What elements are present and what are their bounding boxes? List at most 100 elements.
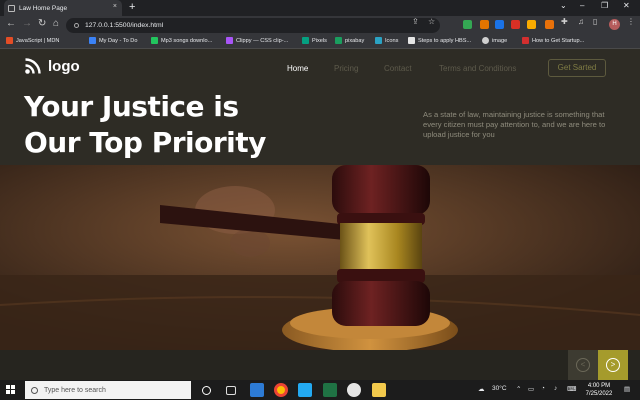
extension-icon[interactable] — [463, 20, 472, 29]
bookmark-favicon-icon — [6, 37, 13, 44]
nav-link-contact[interactable]: Contact — [384, 64, 412, 73]
gavel-illustration — [0, 165, 640, 350]
taskbar-clock[interactable]: 4:00 PM 7/25/2022 — [580, 382, 618, 398]
bookmark-item[interactable]: My Day - To Do — [89, 37, 137, 44]
bookmark-item[interactable]: Icons — [375, 37, 398, 44]
search-icon — [31, 386, 38, 394]
address-bar[interactable]: 127.0.0.1:5500/index.html — [66, 18, 440, 33]
cortana-icon[interactable] — [202, 386, 211, 395]
back-arrow-icon[interactable]: ← — [6, 18, 16, 29]
weather-icon[interactable]: ☁ — [478, 385, 485, 393]
bookmark-label: Pixels — [312, 37, 327, 44]
tab-close-icon[interactable]: × — [113, 3, 117, 10]
maximize-button[interactable]: ❐ — [601, 1, 608, 10]
bookmark-item[interactable]: JavaScript | MDN — [6, 37, 59, 44]
tab-search-icon[interactable]: ⌄ — [560, 1, 567, 10]
profile-avatar[interactable]: H — [609, 19, 620, 30]
bookmark-item[interactable]: image — [482, 37, 507, 44]
volume-icon[interactable]: ♪ — [554, 385, 557, 392]
side-panel-icon[interactable]: ▯ — [593, 17, 597, 26]
browser-tab[interactable]: Law Home Page × — [4, 0, 122, 16]
bookmark-item[interactable]: Pixels — [302, 37, 327, 44]
wordpad-app-icon[interactable] — [347, 383, 361, 397]
notifications-icon[interactable]: ▤ — [624, 385, 630, 393]
bookmark-item[interactable]: How to Get Startup... — [522, 37, 584, 44]
bookmark-favicon-icon — [89, 37, 96, 44]
hero-gavel-image — [0, 165, 640, 350]
bookmark-label: Icons — [385, 37, 399, 44]
extension-icon[interactable] — [527, 20, 536, 29]
chevron-left-icon: < — [576, 358, 590, 372]
chrome-app-icon[interactable] — [274, 383, 288, 397]
get-started-button[interactable]: Get Sarted — [548, 59, 606, 77]
nav-link-home[interactable]: Home — [287, 64, 308, 73]
site-logo[interactable]: logo — [24, 57, 80, 75]
chevron-right-icon: > — [606, 358, 620, 372]
taskbar-search-box[interactable]: Type here to search — [25, 381, 191, 399]
bookmark-item[interactable]: Mp3 songs downlo... — [151, 37, 212, 44]
hero-description: As a state of law, maintaining justice i… — [423, 109, 606, 139]
network-icon[interactable]: ▭ — [528, 385, 534, 393]
search-placeholder: Type here to search — [44, 386, 106, 394]
share-icon[interactable]: ⇪ — [412, 17, 419, 26]
logo-text: logo — [48, 57, 80, 75]
windows-start-icon[interactable] — [6, 385, 16, 395]
page-favicon-icon — [8, 4, 15, 12]
bookmark-label: Clippy — CSS clip-... — [236, 37, 289, 44]
bookmark-favicon-icon — [335, 37, 342, 44]
close-window-button[interactable]: ✕ — [623, 1, 630, 10]
hero-title: Your Justice is Our Top Priority — [24, 89, 324, 161]
site-info-icon[interactable] — [74, 23, 79, 28]
puzzle-extensions-icon[interactable]: ✚ — [561, 17, 568, 26]
reload-icon[interactable]: ↻ — [38, 18, 46, 29]
bookmark-item[interactable]: Steps to apply HBS... — [408, 37, 471, 44]
bookmark-label: pixabay — [345, 37, 365, 44]
bookmark-label: Steps to apply HBS... — [418, 37, 472, 44]
bookmark-item[interactable]: Clippy — CSS clip-... — [226, 37, 288, 44]
slider-controls-bar — [0, 350, 640, 380]
bookmark-item[interactable]: pixabay — [335, 37, 364, 44]
hero-title-line-2: Our Top Priority — [24, 126, 266, 159]
bookmark-favicon-icon — [226, 37, 233, 44]
language-icon[interactable]: ⌨ — [567, 385, 576, 393]
temperature-text: 30°C — [492, 385, 507, 392]
new-tab-button[interactable]: + — [129, 1, 135, 13]
task-view-icon[interactable] — [226, 386, 236, 395]
vscode-app-icon[interactable] — [298, 383, 312, 397]
media-icon[interactable]: ♫ — [578, 17, 584, 26]
browser-toolbar: ← → ↻ ⌂ 127.0.0.1:5500/index.html ⇪ ☆ ✚ … — [0, 16, 640, 35]
extension-icon[interactable] — [511, 20, 520, 29]
clock-date: 7/25/2022 — [585, 391, 613, 397]
nav-link-terms[interactable]: Terms and Conditions — [439, 64, 516, 73]
minimize-button[interactable]: – — [580, 1, 584, 10]
home-icon[interactable]: ⌂ — [53, 18, 59, 29]
tab-title: Law Home Page — [19, 4, 68, 12]
excel-app-icon[interactable] — [323, 383, 337, 397]
file-explorer-icon[interactable] — [372, 383, 386, 397]
bookmark-label: My Day - To Do — [99, 37, 138, 44]
bookmark-favicon-icon — [482, 37, 489, 44]
bookmark-label: image — [492, 37, 508, 44]
wifi-icon[interactable]: ◔ — [541, 385, 545, 392]
clock-time: 4:00 PM — [587, 383, 611, 389]
mail-app-icon[interactable] — [250, 383, 264, 397]
hero-title-line-1: Your Justice is — [24, 90, 239, 123]
extension-icon[interactable] — [545, 20, 554, 29]
slider-prev-button[interactable]: < — [568, 350, 598, 380]
extension-icon[interactable] — [495, 20, 504, 29]
bookmark-favicon-icon — [302, 37, 309, 44]
bookmark-favicon-icon — [522, 37, 529, 44]
menu-icon[interactable]: ⋮ — [627, 17, 635, 26]
bookmark-star-icon[interactable]: ☆ — [428, 17, 435, 26]
extension-icon[interactable] — [480, 20, 489, 29]
browser-tab-strip: Law Home Page × + ⌄ – ❐ ✕ — [0, 0, 640, 16]
bookmark-label: How to Get Startup... — [532, 37, 585, 44]
forward-arrow-icon[interactable]: → — [22, 18, 32, 29]
bookmark-favicon-icon — [408, 37, 415, 44]
bookmark-favicon-icon — [375, 37, 382, 44]
nav-link-pricing[interactable]: Pricing — [334, 64, 358, 73]
url-text: 127.0.0.1:5500/index.html — [85, 22, 164, 29]
slider-next-button[interactable]: > — [598, 350, 628, 380]
show-hidden-icons-icon[interactable]: ⌃ — [516, 385, 521, 393]
bookmarks-bar: JavaScript | MDN My Day - To Do Mp3 song… — [0, 35, 640, 49]
